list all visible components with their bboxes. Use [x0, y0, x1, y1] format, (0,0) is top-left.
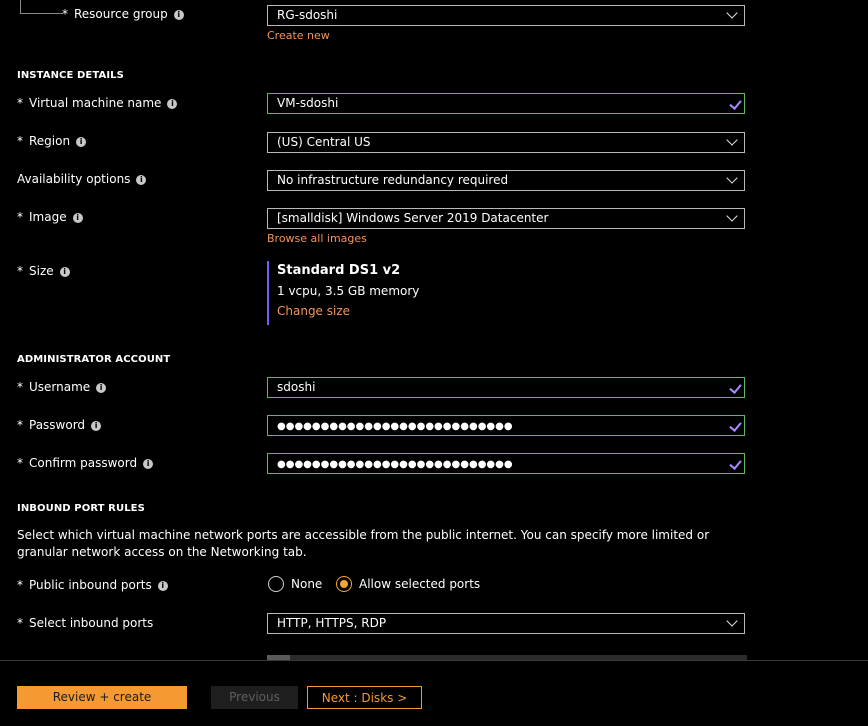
radio-none[interactable]: None: [268, 575, 322, 593]
region-select[interactable]: (US) Central US: [267, 132, 745, 153]
resource-group-select[interactable]: RG-sdoshi: [267, 5, 745, 26]
browse-images-link[interactable]: Browse all images: [267, 232, 367, 245]
radio-allow-selected[interactable]: Allow selected ports: [336, 575, 480, 593]
select-ports-label: * Select inbound ports: [17, 616, 154, 630]
instance-details-heading: INSTANCE DETAILS: [17, 70, 124, 81]
checkmark-icon: [729, 419, 742, 432]
size-summary: Standard DS1 v2 1 vcpu, 3.5 GB memory Ch…: [267, 261, 419, 325]
info-icon[interactable]: i: [59, 266, 70, 277]
next-disks-button[interactable]: Next : Disks >: [307, 686, 422, 709]
inbound-description: Select which virtual machine network por…: [17, 528, 710, 559]
public-ports-label: * Public inbound ports i: [17, 576, 168, 594]
info-icon[interactable]: i: [72, 212, 83, 223]
admin-account-heading: ADMINISTRATOR ACCOUNT: [17, 354, 171, 365]
review-create-button[interactable]: Review + create: [17, 686, 187, 709]
resource-group-label: * Resource group i: [62, 5, 184, 23]
chevron-down-icon: [726, 210, 738, 222]
radio-button-selected[interactable]: [336, 576, 352, 592]
chevron-down-icon: [726, 172, 738, 184]
tree-connector: [20, 0, 63, 14]
chevron-down-icon: [726, 7, 738, 19]
info-icon[interactable]: i: [143, 458, 154, 469]
create-new-link[interactable]: Create new: [267, 29, 330, 42]
image-label: * Image i: [17, 208, 83, 226]
username-label: * Username i: [17, 378, 107, 396]
size-label: * Size i: [17, 262, 70, 280]
checkmark-icon: [729, 381, 742, 394]
info-icon[interactable]: i: [91, 420, 102, 431]
inbound-rules-heading: INBOUND PORT RULES: [17, 503, 145, 514]
password-label: * Password i: [17, 416, 102, 434]
image-select[interactable]: [smalldisk] Windows Server 2019 Datacent…: [267, 208, 745, 229]
change-size-link[interactable]: Change size: [277, 301, 419, 321]
info-icon[interactable]: i: [76, 136, 87, 147]
password-input[interactable]: ●●●●●●●●●●●●●●●●●●●●●●●●●●●: [267, 415, 745, 436]
size-description: 1 vcpu, 3.5 GB memory: [277, 284, 420, 298]
info-icon[interactable]: i: [157, 580, 168, 591]
info-icon[interactable]: i: [136, 174, 147, 185]
region-label: * Region i: [17, 132, 87, 150]
info-icon[interactable]: i: [173, 9, 184, 20]
chevron-down-icon: [726, 134, 738, 146]
username-input[interactable]: sdoshi: [267, 377, 745, 398]
radio-button[interactable]: [268, 576, 284, 592]
checkmark-icon: [729, 97, 742, 110]
info-icon[interactable]: i: [167, 98, 178, 109]
checkmark-icon: [729, 457, 742, 470]
chevron-down-icon: [726, 615, 738, 627]
availability-label: Availability options i: [17, 170, 147, 188]
previous-button[interactable]: Previous: [211, 686, 298, 709]
availability-select[interactable]: No infrastructure redundancy required: [267, 170, 745, 191]
info-icon[interactable]: i: [96, 382, 107, 393]
vm-name-input[interactable]: VM-sdoshi: [267, 93, 745, 114]
vm-name-label: * Virtual machine name i: [17, 94, 178, 112]
select-ports-select[interactable]: HTTP, HTTPS, RDP: [267, 613, 745, 634]
size-name: Standard DS1 v2: [277, 263, 401, 278]
confirm-password-label: * Confirm password i: [17, 454, 154, 472]
confirm-password-input[interactable]: ●●●●●●●●●●●●●●●●●●●●●●●●●●●: [267, 453, 745, 474]
